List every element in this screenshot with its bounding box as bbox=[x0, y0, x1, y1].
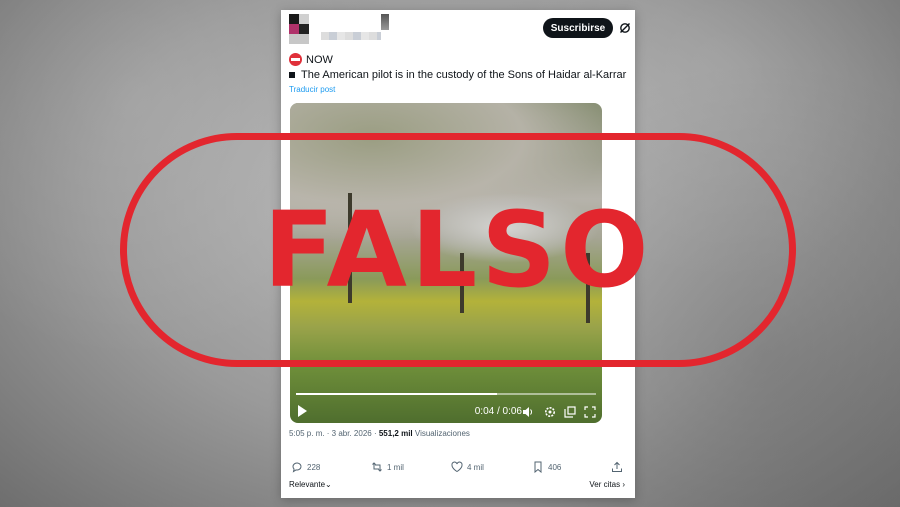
video-time: 0:04 / 0:06 bbox=[474, 406, 522, 417]
reply-button[interactable]: 228 bbox=[291, 461, 320, 473]
like-button[interactable]: 4 mil bbox=[451, 461, 484, 473]
reply-icon bbox=[292, 462, 302, 473]
settings-gear-icon[interactable] bbox=[544, 406, 556, 418]
grok-icon[interactable] bbox=[619, 22, 631, 34]
video-controls: 0:04 / 0:06 bbox=[290, 393, 602, 423]
views-label: Visualizaciones bbox=[414, 429, 470, 438]
tweet-card: Suscribirse NOW The American pilot is in… bbox=[281, 10, 635, 498]
post-timestamp[interactable]: 5:05 p. m. · 3 abr. 2026 · bbox=[289, 429, 377, 438]
share-button[interactable] bbox=[611, 461, 623, 473]
bookmark-icon bbox=[534, 461, 542, 473]
blurred-username bbox=[321, 32, 381, 40]
no-entry-icon bbox=[289, 53, 302, 66]
video-frame-post bbox=[460, 253, 464, 313]
video-frame-smoke bbox=[410, 193, 600, 263]
translate-post-link[interactable]: Traducir post bbox=[289, 85, 335, 94]
fullscreen-icon[interactable] bbox=[584, 406, 596, 418]
action-bar: 228 1 mil 4 mil 406 bbox=[289, 460, 627, 474]
repost-button[interactable]: 1 mil bbox=[371, 461, 404, 473]
post-meta: 5:05 p. m. · 3 abr. 2026 · 551,2 mil Vis… bbox=[289, 429, 470, 438]
bookmark-count: 406 bbox=[548, 462, 562, 472]
black-square-icon bbox=[289, 72, 295, 78]
video-progress-fill bbox=[296, 393, 497, 395]
chevron-down-icon: ⌄ bbox=[325, 480, 332, 489]
tweet-text-line: The American pilot is in the custody of … bbox=[289, 69, 626, 81]
now-line: NOW bbox=[289, 53, 333, 66]
repost-count: 1 mil bbox=[387, 462, 404, 472]
share-icon bbox=[612, 461, 622, 472]
sort-relevance-dropdown[interactable]: Relevante⌄ bbox=[289, 480, 332, 489]
video-frame-post bbox=[586, 253, 590, 323]
bookmark-button[interactable]: 406 bbox=[532, 461, 561, 473]
chevron-right-icon: › bbox=[622, 480, 625, 489]
picture-in-picture-icon[interactable] bbox=[564, 406, 576, 418]
video-player[interactable]: 0:04 / 0:06 bbox=[290, 103, 602, 423]
repost-icon bbox=[372, 462, 382, 472]
like-count: 4 mil bbox=[467, 462, 484, 472]
relevance-label: Relevante bbox=[289, 480, 326, 489]
view-quotes-link[interactable]: Ver citas › bbox=[589, 480, 625, 489]
video-progress-bar[interactable] bbox=[296, 393, 596, 395]
play-icon[interactable] bbox=[298, 405, 307, 417]
avatar[interactable] bbox=[289, 14, 319, 44]
volume-icon[interactable] bbox=[522, 406, 534, 418]
blurred-handle-mark bbox=[381, 14, 389, 30]
subscribe-button[interactable]: Suscribirse bbox=[543, 18, 613, 38]
views-count: 551,2 mil bbox=[378, 429, 413, 438]
heart-icon bbox=[451, 461, 463, 473]
tweet-text: The American pilot is in the custody of … bbox=[301, 69, 627, 81]
reply-count: 228 bbox=[307, 462, 321, 472]
view-quotes-label: Ver citas bbox=[589, 480, 621, 489]
now-label: NOW bbox=[306, 53, 333, 66]
video-frame-tree bbox=[348, 193, 352, 303]
